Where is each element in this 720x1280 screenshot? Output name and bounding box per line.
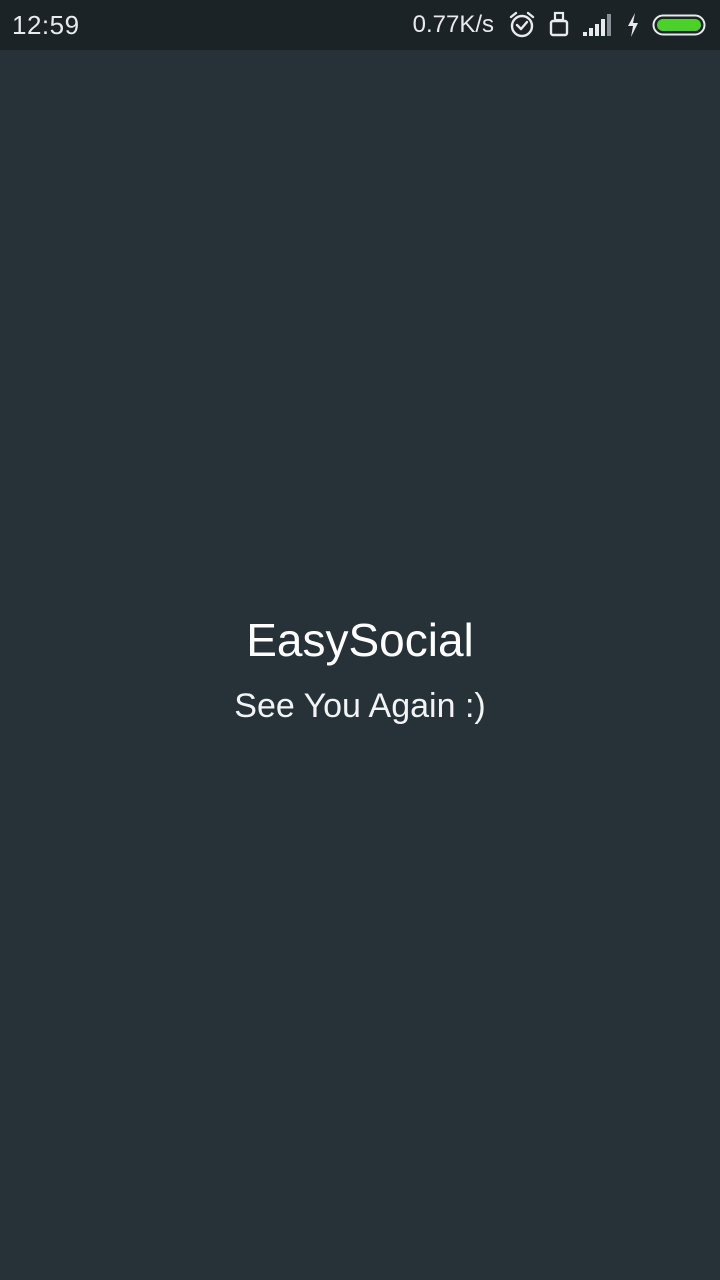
alarm-icon bbox=[508, 11, 536, 39]
network-speed: 0.77K/s bbox=[412, 11, 494, 38]
splash-screen: EasySocial See You Again :) bbox=[0, 50, 720, 1280]
charging-icon bbox=[626, 12, 640, 38]
signal-icon bbox=[582, 13, 614, 37]
data-transfer-icon bbox=[548, 11, 570, 39]
status-time: 12:59 bbox=[12, 9, 80, 40]
battery-icon bbox=[652, 12, 708, 38]
app-title: EasySocial bbox=[246, 614, 474, 666]
status-bar: 12:59 0.77K/s bbox=[0, 0, 720, 50]
farewell-message: See You Again :) bbox=[234, 687, 486, 725]
status-icons: 0.77K/s bbox=[413, 11, 708, 39]
